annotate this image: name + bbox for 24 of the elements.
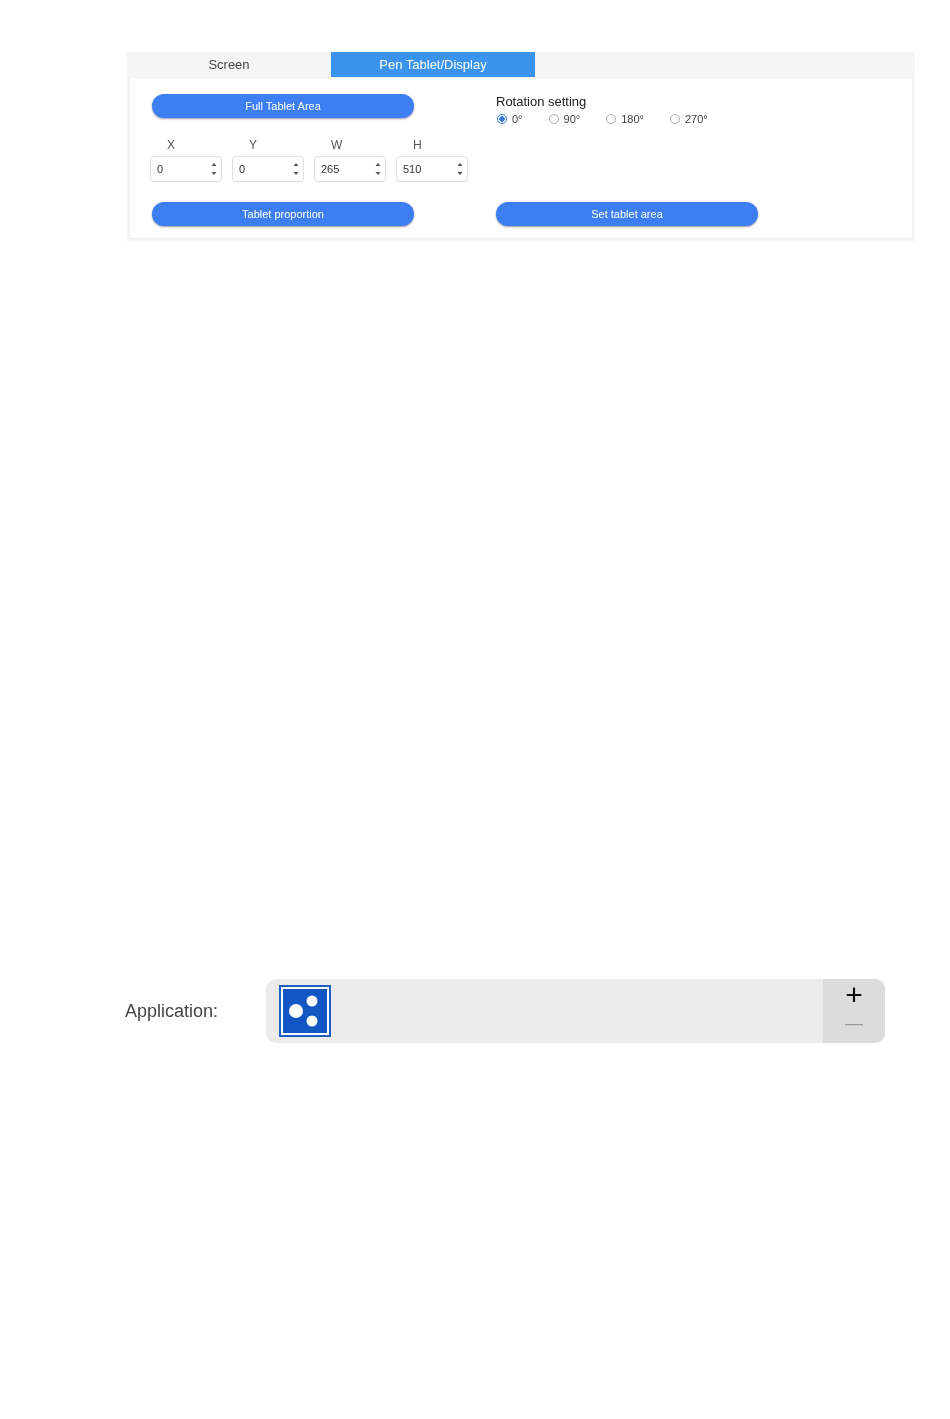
tablet-proportion-button[interactable]: Tablet proportion — [152, 202, 414, 226]
rotation-title: Rotation setting — [496, 94, 588, 109]
rotation-radio[interactable]: 180° — [606, 113, 644, 125]
field-label: H — [413, 138, 422, 152]
spin-field[interactable]: 0 — [150, 156, 222, 182]
spin-field[interactable]: 265 — [314, 156, 386, 182]
spin-arrows-icon[interactable] — [457, 162, 463, 176]
rotation-radio[interactable]: 0° — [497, 113, 523, 125]
rotation-radio[interactable]: 90° — [548, 113, 581, 125]
full-tablet-area-button[interactable]: Full Tablet Area — [152, 94, 414, 118]
field-label: X — [167, 138, 175, 152]
spin-arrows-icon[interactable] — [211, 162, 217, 176]
set-tablet-area-button[interactable]: Set tablet area — [496, 202, 758, 226]
spin-field[interactable]: 0 — [232, 156, 304, 182]
rotation-radio[interactable]: 270° — [669, 113, 708, 125]
field-label: W — [331, 138, 343, 152]
spin-field[interactable]: 510 — [396, 156, 468, 182]
application-label: Application: — [125, 1000, 220, 1022]
add-button[interactable]: + — [845, 979, 863, 1011]
field-label: Y — [249, 138, 257, 152]
spin-arrows-icon[interactable] — [293, 162, 299, 176]
spin-arrows-icon[interactable] — [375, 162, 381, 176]
tab[interactable]: Screen — [127, 52, 331, 77]
app-icon[interactable] — [279, 985, 331, 1037]
